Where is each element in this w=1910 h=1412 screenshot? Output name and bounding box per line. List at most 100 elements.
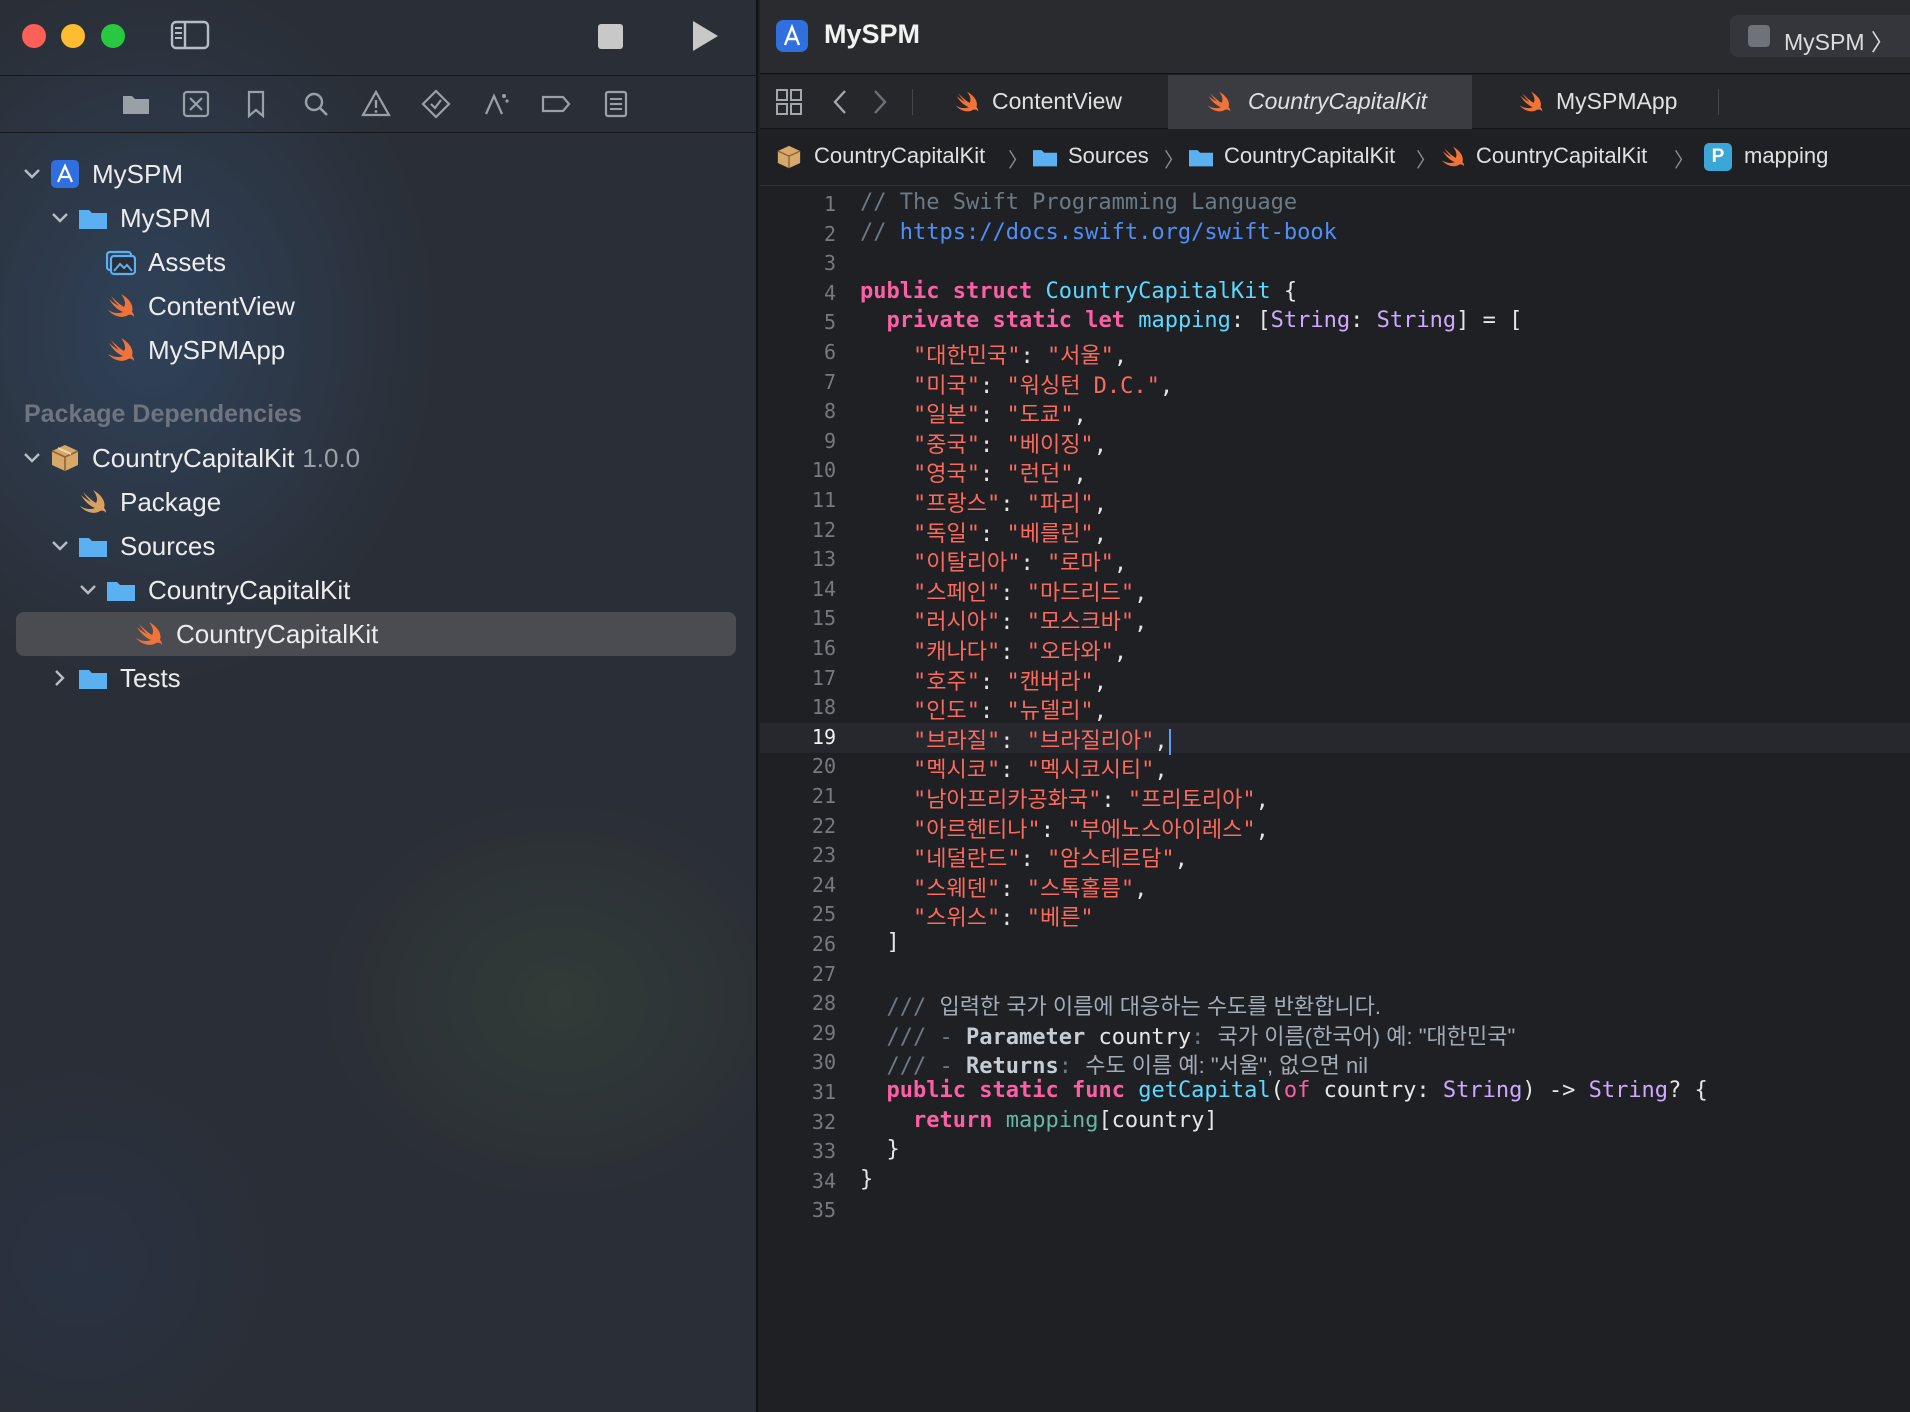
code-line[interactable]: 33 } (760, 1137, 1910, 1167)
bookmark-icon[interactable] (240, 88, 272, 120)
line-number: 35 (811, 1198, 836, 1223)
code-line[interactable]: 8 "일본": "도쿄", (760, 397, 1910, 428)
forward-arrow-icon[interactable] (864, 87, 894, 117)
code-line[interactable]: 4 public struct CountryCapitalKit { (760, 279, 1910, 309)
zoom-window-button[interactable] (101, 24, 125, 48)
test-icon[interactable] (420, 88, 452, 120)
line-number: 7 (823, 369, 836, 394)
code-text: "영국": "런던", (912, 462, 1087, 488)
chevron-down-icon[interactable] (50, 536, 70, 556)
chevron-down-icon[interactable] (50, 208, 70, 228)
code-line[interactable]: 15 "러시아": "모스크바", (760, 604, 1910, 636)
tree-item-file[interactable]: Package (0, 480, 758, 524)
breadcrumb: CountryCapitalKit 〉 Sources 〉 CountryCap… (760, 130, 1910, 186)
code-line[interactable]: 6 "대한민국": "서울", (760, 338, 1910, 369)
chevron-right-icon[interactable] (50, 668, 70, 688)
tree-item-folder[interactable]: CountryCapitalKit (0, 568, 758, 612)
code-line[interactable]: 26 ] (760, 930, 1910, 960)
minimize-window-button[interactable] (61, 24, 85, 48)
grid-icon[interactable] (774, 87, 804, 117)
chevron-down-icon[interactable] (78, 580, 98, 600)
tab-countrycapitalkit[interactable]: CountryCapitalKit (1168, 75, 1472, 129)
code-line[interactable]: 12 "독일": "베를린", (760, 516, 1910, 547)
code-line[interactable]: 23 "네덜란드": "암스테르담", (760, 841, 1910, 872)
chevron-down-icon[interactable] (22, 448, 42, 468)
code-line[interactable]: 27 (760, 960, 1910, 990)
code-line[interactable]: 32 return mapping[country] (760, 1108, 1910, 1138)
code-line[interactable]: 13 "이탈리아": "로마", (760, 545, 1910, 576)
line-number: 22 (811, 813, 836, 838)
report-icon[interactable] (600, 88, 632, 120)
tree-item-file-selected[interactable]: CountryCapitalKit (0, 612, 758, 656)
code-text: // The Swift Programming Language (860, 190, 1298, 215)
tab-contentview[interactable]: ContentView (918, 75, 1202, 129)
code-text: "남아프리카공화국": "프리토리아", (912, 788, 1269, 813)
code-line[interactable]: 30 /// - Returns: 수도 이름 예: "서울", 없으면 nil (760, 1048, 1910, 1079)
tab-myspmapp[interactable]: MySPMApp (1472, 75, 1726, 129)
code-line[interactable]: 7 "미국": "워싱턴 D.C.", (760, 368, 1910, 399)
close-window-button[interactable] (22, 24, 46, 48)
tree-item-file[interactable]: Assets (0, 240, 758, 284)
source-control-icon[interactable] (180, 88, 212, 120)
swift-file-icon (1207, 91, 1231, 112)
scheme-label: MySPM 〉 (1784, 29, 1894, 55)
debug-icon[interactable] (480, 88, 512, 120)
breakpoint-icon[interactable] (540, 88, 572, 120)
line-number: 26 (811, 932, 836, 956)
navigator-sidebar: MySPM MySPM Assets ContentView MySPMApp … (0, 0, 758, 1412)
warning-icon[interactable] (360, 88, 392, 120)
code-text: "캐나다": "오타와", (912, 640, 1128, 665)
swift-file-icon (108, 294, 134, 317)
code-line[interactable]: 20 "멕시코": "멕시코시티", (760, 752, 1910, 784)
code-line[interactable]: 21 "남아프리카공화국": "프리토리아", (760, 782, 1910, 813)
code-line[interactable]: 18 "인도": "뉴델리", (760, 693, 1910, 724)
line-number: 25 (811, 902, 836, 927)
code-text: "독일": "베를린", (912, 521, 1107, 547)
divider (1718, 89, 1719, 115)
folder-icon (1189, 150, 1213, 167)
line-number: 5 (823, 310, 836, 335)
code-line[interactable]: 16 "캐나다": "오타와", (760, 634, 1910, 665)
run-button[interactable] (690, 19, 720, 53)
code-line[interactable]: 34} (760, 1167, 1910, 1197)
code-line[interactable]: 25 "스위스": "베른" (760, 900, 1910, 931)
code-line[interactable]: 19 "브라질": "브라질리아", (760, 722, 1910, 755)
tree-item-folder[interactable]: Tests (0, 656, 758, 700)
code-line[interactable]: 24 "스웨덴": "스톡홀름", (760, 871, 1910, 902)
tree-item-file[interactable]: MySPMApp (0, 328, 758, 372)
tree-item-project[interactable]: MySPM (0, 152, 758, 196)
tree-item-file[interactable]: ContentView (0, 284, 758, 328)
code-line[interactable]: 5 private static let mapping: [String: S… (760, 308, 1910, 338)
code-editor[interactable]: 1 // The Swift Programming Language 2 // ht… (760, 190, 1910, 1412)
code-line[interactable]: 11 "프랑스": "파리", (760, 486, 1910, 517)
code-line[interactable]: 9 "중국": "베이징", (760, 427, 1910, 458)
sidebar-toggle-icon[interactable] (170, 19, 210, 51)
code-line[interactable]: 2 // https://docs.swift.org/swift-book (760, 220, 1910, 250)
code-text: } (860, 1166, 874, 1192)
code-line[interactable]: 31 public static func getCapital(of coun… (760, 1078, 1910, 1108)
code-text: "러시아": "모스크바", (912, 610, 1148, 636)
code-line[interactable]: 22 "아르헨티나": "부에노스아이레스", (760, 812, 1910, 843)
tree-item-folder[interactable]: Sources (0, 524, 758, 568)
code-line[interactable]: 3 (760, 249, 1910, 279)
folder-icon[interactable] (120, 88, 152, 120)
code-line[interactable]: 14 "스페인": "마드리드", (760, 575, 1910, 606)
code-line[interactable]: 29 /// - Parameter country: 국가 이름(한국어) 예… (760, 1019, 1910, 1050)
code-line[interactable]: 28 /// 입력한 국가 이름에 대응하는 수도를 반환합니다. (760, 989, 1910, 1020)
scheme-selector[interactable]: MySPM 〉 (1730, 15, 1910, 57)
code-line[interactable]: 17 "호주": "캔버라", (760, 664, 1910, 695)
search-icon[interactable] (300, 88, 332, 120)
code-line[interactable]: 35 (760, 1196, 1910, 1226)
code-text: "멕시코": "멕시코시티", (912, 758, 1168, 784)
code-line[interactable]: 10 "영국": "런던", (760, 456, 1910, 488)
stop-button[interactable] (598, 24, 623, 49)
tree-item-label: MySPMApp (148, 335, 286, 365)
swift-file-icon (108, 338, 134, 361)
back-arrow-icon[interactable] (826, 87, 856, 117)
package-version: 1.0.0 (302, 443, 361, 473)
tree-item-package[interactable]: CountryCapitalKit 1.0.0 (0, 436, 758, 480)
chevron-down-icon[interactable] (22, 164, 42, 184)
line-number: 1 (823, 192, 836, 216)
code-line[interactable]: 1 // The Swift Programming Language (760, 190, 1910, 220)
tree-item-group[interactable]: MySPM (0, 196, 758, 240)
